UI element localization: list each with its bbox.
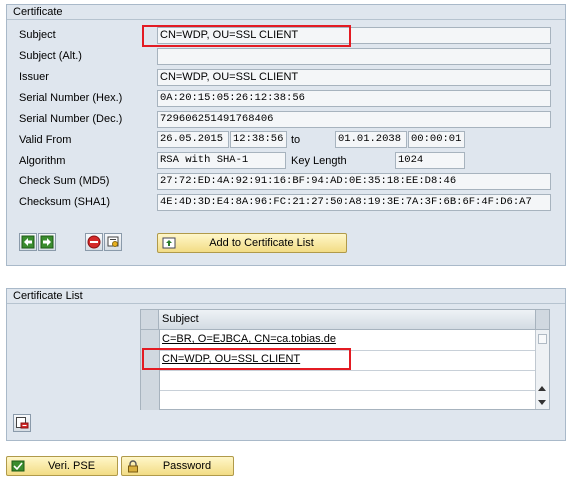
veri-pse-label: Veri. PSE	[47, 460, 96, 472]
certificate-panel-title: Certificate	[13, 6, 63, 18]
subject-highlight	[142, 25, 351, 47]
serial-hex-label: Serial Number (Hex.)	[19, 92, 123, 104]
subject-cell[interactable]	[160, 370, 535, 390]
row-selector[interactable]	[141, 370, 160, 390]
scroll-up-icon[interactable]	[538, 386, 546, 391]
valid-from-label: Valid From	[19, 134, 72, 146]
add-to-certificate-list-button[interactable]: Add to Certificate List	[157, 233, 347, 253]
lock-icon	[125, 459, 141, 473]
issuer-field[interactable]: CN=WDP, OU=SSL CLIENT	[157, 69, 551, 86]
scroll-grip-icon[interactable]	[538, 334, 547, 344]
subject-cell[interactable]: C=BR, O=EJBCA, CN=ca.tobias.de	[160, 330, 535, 350]
scroll-down-icon[interactable]	[538, 400, 546, 405]
to-label: to	[291, 134, 301, 146]
valid-from-time-field[interactable]: 12:38:56	[230, 131, 287, 148]
add-list-icon	[161, 236, 177, 250]
select-all-cell[interactable]	[141, 310, 159, 329]
import-icon[interactable]	[19, 233, 37, 251]
row-selector[interactable]	[141, 330, 160, 350]
subject-alt-field[interactable]	[157, 48, 551, 65]
column-header-subject[interactable]: Subject	[162, 312, 199, 327]
password-label: Password	[162, 460, 212, 472]
subject-label: Subject	[19, 29, 56, 41]
valid-to-time-field[interactable]: 00:00:01	[408, 131, 465, 148]
key-length-field[interactable]: 1024	[395, 152, 465, 169]
table-row[interactable]	[141, 370, 549, 391]
table-header: Subject	[141, 310, 549, 330]
add-to-certificate-list-label: Add to Certificate List	[209, 237, 314, 249]
checksum-sha1-label: Checksum (SHA1)	[19, 196, 111, 208]
valid-from-date-field[interactable]: 26.05.2015	[157, 131, 229, 148]
valid-to-date-field[interactable]: 01.01.2038	[335, 131, 407, 148]
checksum-md5-field[interactable]: 27:72:ED:4A:92:91:16:BF:94:AD:0E:35:18:E…	[157, 173, 551, 190]
veri-pse-button[interactable]: Veri. PSE	[6, 456, 118, 476]
row-selector[interactable]	[141, 390, 160, 410]
certificate-list-title: Certificate List	[13, 290, 83, 302]
checksum-sha1-field[interactable]: 4E:4D:3D:E4:8A:96:FC:21:27:50:A8:19:3E:7…	[157, 194, 551, 211]
panel-divider	[7, 303, 565, 304]
serial-dec-label: Serial Number (Dec.)	[19, 113, 123, 125]
table-row[interactable]	[141, 390, 549, 410]
subject-alt-label: Subject (Alt.)	[19, 50, 82, 62]
checksum-md5-label: Check Sum (MD5)	[19, 175, 110, 187]
list-row-highlight	[142, 348, 351, 370]
algorithm-field[interactable]: RSA with SHA-1	[157, 152, 286, 169]
certificate-icon[interactable]	[104, 233, 122, 251]
column-settings-icon[interactable]	[535, 310, 549, 329]
remove-from-list-icon[interactable]	[13, 414, 31, 432]
vertical-scrollbar[interactable]	[535, 330, 549, 409]
serial-dec-field[interactable]: 729606251491768406	[157, 111, 551, 128]
verify-icon	[10, 459, 26, 473]
delete-icon[interactable]	[85, 233, 103, 251]
export-icon[interactable]	[38, 233, 56, 251]
subject-cell[interactable]	[160, 390, 535, 410]
password-button[interactable]: Password	[121, 456, 234, 476]
serial-hex-field[interactable]: 0A:20:15:05:26:12:38:56	[157, 90, 551, 107]
issuer-label: Issuer	[19, 71, 49, 83]
key-length-label: Key Length	[291, 155, 347, 167]
panel-divider	[7, 19, 565, 20]
algorithm-label: Algorithm	[19, 155, 66, 167]
